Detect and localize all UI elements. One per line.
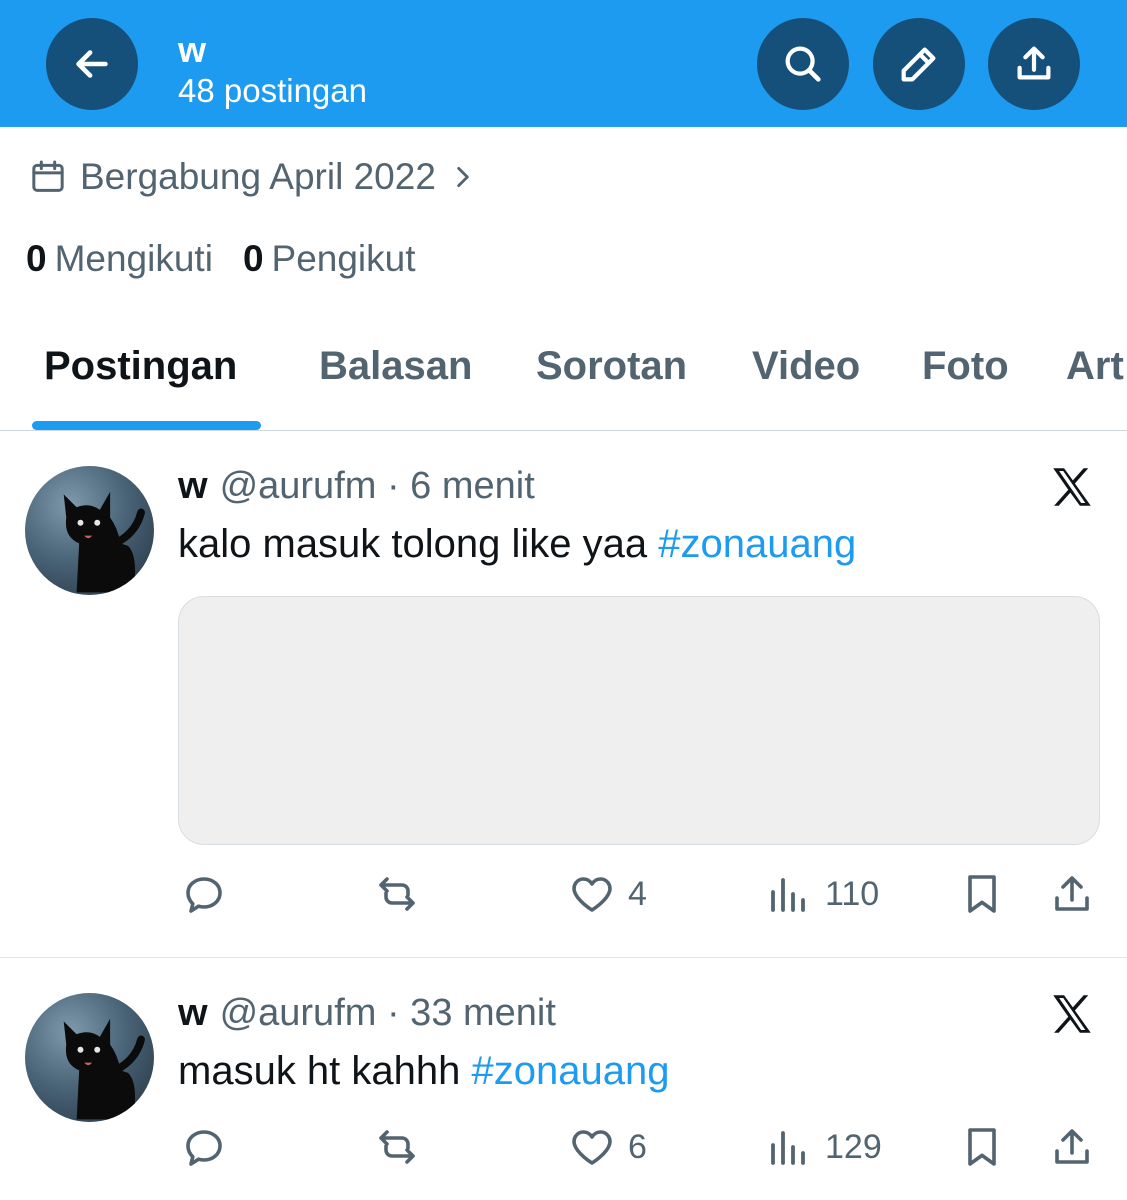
views-button[interactable]: 110 [765,870,879,918]
pencil-icon [901,47,936,82]
post-time: · 6 menit [386,465,535,507]
author-handle[interactable]: @aurufm [220,465,377,507]
tab-balasan[interactable]: Balasan [319,344,472,389]
views-icon [771,878,805,912]
tab-sorotan[interactable]: Sorotan [536,344,687,389]
post[interactable]: w @aurufm · 33 menit masuk ht kahhh #zona… [0,959,1127,1200]
bookmark-icon [968,875,996,913]
heart-icon [572,1130,612,1165]
profile-header: w 48 postingan [0,0,1127,127]
share-icon [1017,46,1051,80]
author-name[interactable]: w [178,465,208,507]
joined-date-link[interactable]: Bergabung April 2022 [28,154,488,200]
search-icon [785,46,821,82]
tab-video[interactable]: Video [752,344,860,389]
avatar[interactable] [25,993,154,1122]
repost-button[interactable] [373,1123,421,1171]
tab-artikel[interactable]: Art [1066,344,1124,389]
views-button[interactable]: 129 [765,1123,882,1171]
followers-count: 0 [242,238,264,279]
like-button[interactable]: 6 [568,1123,647,1171]
chevron-right-icon [457,166,469,188]
post-count: 48 postingan [178,72,367,109]
repost-icon [379,877,415,911]
profile-tabs: Postingan Balasan Sorotan Video Foto Art [0,320,1127,431]
share-icon [1055,1129,1089,1164]
like-button[interactable]: 4 [568,870,647,918]
tab-foto[interactable]: Foto [922,344,1009,389]
reply-button[interactable] [180,870,228,918]
heart-icon [572,877,612,912]
like-count: 4 [628,874,647,913]
post-meta: w @aurufm · 33 menit [178,989,556,1037]
post-actions: 4 110 [0,864,1127,924]
repost-button[interactable] [373,870,421,918]
post-body: masuk ht kahhh [178,1049,461,1093]
post-time: · 33 menit [386,992,556,1034]
tab-postingan[interactable]: Postingan [44,344,237,389]
post-meta: w @aurufm · 6 menit [178,462,535,510]
bookmark-button[interactable] [958,870,1006,918]
bookmark-button[interactable] [958,1123,1006,1171]
calendar-icon [32,160,64,192]
share-post-button[interactable] [1048,870,1096,918]
following-link[interactable]: 0 Mengikuti [26,236,213,282]
author-name[interactable]: w [178,992,208,1034]
reply-button[interactable] [180,1123,228,1171]
black-cat-avatar-image [63,1018,145,1120]
follow-stats: 0 Mengikuti 0 Pengikut [26,236,446,282]
author-handle[interactable]: @aurufm [220,992,377,1034]
following-label: Mengikuti [54,238,213,279]
share-icon [1055,876,1089,911]
back-button[interactable] [46,18,138,110]
share-post-button[interactable] [1048,1123,1096,1171]
x-logo-icon [1053,468,1091,506]
edit-profile-button[interactable] [873,18,965,110]
black-cat-avatar-image [63,491,145,593]
post-body: kalo masuk tolong like yaa [178,522,648,566]
followers-label: Pengikut [271,238,416,279]
view-count: 129 [825,1127,882,1166]
arrow-left-icon [76,50,108,78]
repost-icon [379,1130,415,1164]
hashtag-link[interactable]: #zonauang [658,522,856,566]
active-tab-indicator [32,421,261,430]
following-count: 0 [26,238,47,279]
hashtag-link[interactable]: #zonauang [472,1049,670,1093]
post-media-placeholder[interactable] [178,596,1100,845]
view-count: 110 [825,874,880,913]
search-button[interactable] [757,18,849,110]
profile-name: w [178,29,207,70]
post-text: kalo masuk tolong like yaa #zonauang [178,518,856,570]
bookmark-icon [968,1128,996,1166]
joined-date-text: Bergabung April 2022 [80,156,436,197]
views-icon [771,1131,805,1165]
x-logo-icon [1053,995,1091,1033]
post[interactable]: w @aurufm · 6 menit kalo masuk tolong lik… [0,432,1127,958]
reply-icon [186,1130,222,1166]
reply-icon [186,877,222,913]
followers-link[interactable]: 0 Pengikut [243,236,416,282]
like-count: 6 [628,1127,647,1166]
share-profile-button[interactable] [988,18,1080,110]
post-actions: 6 129 [0,1117,1127,1177]
avatar[interactable] [25,466,154,595]
post-text: masuk ht kahhh #zonauang [178,1045,669,1097]
